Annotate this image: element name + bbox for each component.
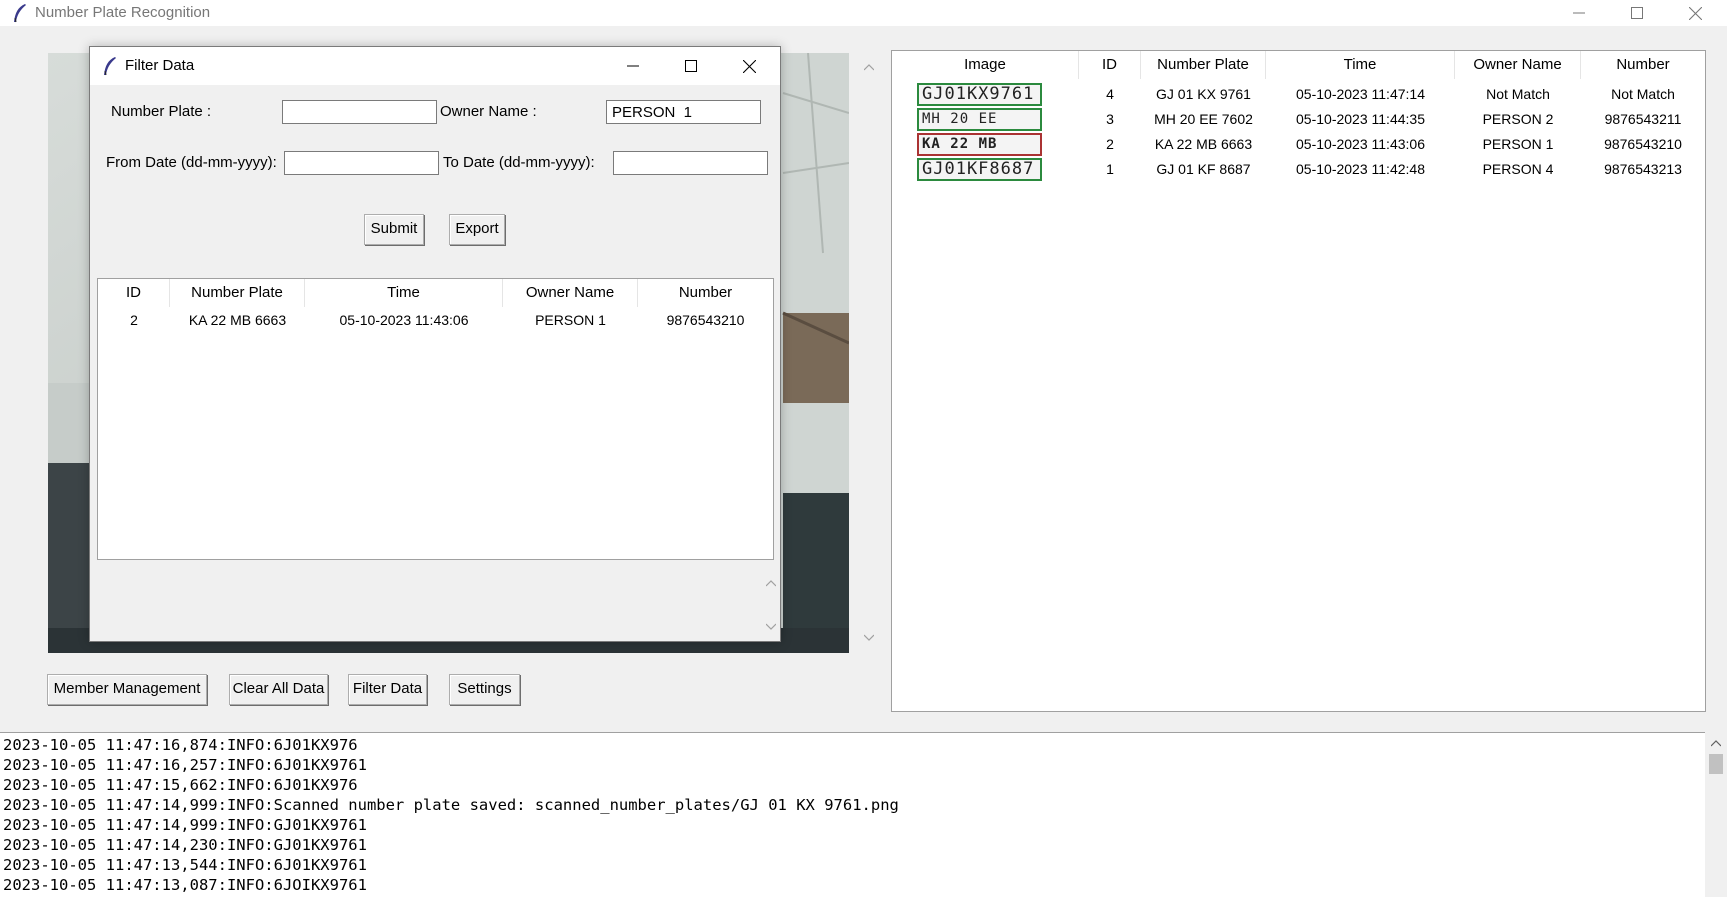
- cell-number: 9876543210: [666, 312, 745, 328]
- log-scroll-up[interactable]: [1708, 736, 1724, 750]
- cell-plate: KA 22 MB 6663: [1154, 136, 1253, 152]
- header-image[interactable]: Image: [892, 51, 1079, 79]
- close-button[interactable]: [1666, 0, 1724, 26]
- submit-button[interactable]: Submit: [364, 214, 424, 245]
- plate-image: KA 22 MB 6663: [917, 133, 1042, 156]
- header-time[interactable]: Time: [305, 279, 503, 307]
- camera-scroll-down[interactable]: [861, 630, 877, 644]
- chevron-up-icon: [864, 63, 874, 70]
- plate-image: GJ01KX9761: [917, 83, 1042, 106]
- cell-plate: KA 22 MB 6663: [188, 312, 287, 328]
- log-line: 2023-10-05 11:47:16,257:INFO:6J01KX9761: [3, 756, 367, 774]
- log-line: 2023-10-05 11:47:13,544:INFO:6J01KX9761: [3, 856, 367, 874]
- chevron-down-icon: [864, 634, 874, 641]
- chevron-up-icon: [766, 579, 776, 586]
- header-number-plate[interactable]: Number Plate: [170, 279, 305, 307]
- export-button[interactable]: Export: [449, 214, 505, 245]
- cell-id: 3: [1106, 111, 1114, 127]
- cell-owner: PERSON 4: [1482, 161, 1554, 177]
- member-management-button[interactable]: Member Management: [47, 674, 207, 705]
- feather-icon: [104, 57, 116, 76]
- filtered-results-table[interactable]: ID Number Plate Time Owner Name Number 2…: [97, 278, 774, 560]
- settings-button[interactable]: Settings: [449, 674, 520, 705]
- chevron-down-icon: [766, 623, 776, 630]
- records-table[interactable]: Image ID Number Plate Time Owner Name Nu…: [891, 50, 1706, 712]
- cell-time: 05-10-2023 11:43:06: [1296, 136, 1425, 152]
- minimize-icon: [627, 65, 639, 67]
- minimize-button[interactable]: [1550, 0, 1608, 26]
- cell-number: 9876543211: [1604, 111, 1682, 127]
- header-owner-name[interactable]: Owner Name: [503, 279, 638, 307]
- cell-id: 1: [1106, 161, 1114, 177]
- feather-icon: [14, 4, 26, 23]
- close-icon: [742, 59, 756, 73]
- header-id[interactable]: ID: [1079, 51, 1141, 79]
- header-number-plate[interactable]: Number Plate: [1141, 51, 1266, 79]
- maximize-button[interactable]: [1608, 0, 1666, 26]
- dialog-scroll-up[interactable]: [763, 576, 779, 590]
- title-bar: Number Plate Recognition: [0, 0, 1727, 26]
- dialog-scroll-down[interactable]: [763, 619, 779, 633]
- maximize-icon: [685, 60, 697, 72]
- cell-plate: MH 20 EE 7602: [1154, 111, 1253, 127]
- dialog-title: Filter Data: [125, 57, 195, 74]
- plate-image: MH 20 EE 7602: [917, 108, 1042, 131]
- window-title: Number Plate Recognition: [35, 4, 211, 21]
- chevron-up-icon: [1711, 739, 1721, 746]
- cell-id: 4: [1106, 86, 1114, 102]
- header-id[interactable]: ID: [98, 279, 170, 307]
- clear-all-data-button[interactable]: Clear All Data: [229, 674, 328, 705]
- cell-plate: GJ 01 KX 9761: [1156, 86, 1251, 102]
- header-owner-name[interactable]: Owner Name: [1455, 51, 1581, 79]
- cell-owner: PERSON 1: [1482, 136, 1554, 152]
- header-number[interactable]: Number: [1581, 51, 1705, 79]
- cell-number: Not Match: [1611, 86, 1675, 102]
- cell-id: 2: [130, 312, 138, 328]
- filter-data-button[interactable]: Filter Data: [348, 674, 427, 705]
- owner-name-label: Owner Name :: [440, 103, 537, 120]
- dialog-minimize-button[interactable]: [604, 53, 662, 79]
- number-plate-label: Number Plate :: [111, 103, 212, 120]
- log-line: 2023-10-05 11:47:13,087:INFO:6JOIKX9761: [3, 876, 367, 894]
- log-output[interactable]: 2023-10-05 11:47:16,874:INFO:6J01KX976 2…: [0, 732, 1705, 897]
- cell-time: 05-10-2023 11:47:14: [1296, 86, 1425, 102]
- plate-image: GJ01KF8687: [917, 158, 1042, 181]
- cell-owner: Not Match: [1486, 86, 1550, 102]
- dialog-close-button[interactable]: [720, 53, 778, 79]
- to-date-input[interactable]: [613, 151, 768, 175]
- cell-number: 9876543210: [1604, 136, 1682, 152]
- cell-owner: PERSON 2: [1482, 111, 1554, 127]
- filter-data-dialog: Filter Data Number Plate : Owner Name : …: [89, 46, 781, 642]
- from-date-label: From Date (dd-mm-yyyy):: [106, 154, 277, 171]
- cell-plate: GJ 01 KF 8687: [1156, 161, 1251, 177]
- cell-id: 2: [1106, 136, 1114, 152]
- cell-number: 9876543213: [1604, 161, 1682, 177]
- cell-time: 05-10-2023 11:44:35: [1296, 111, 1425, 127]
- from-date-input[interactable]: [284, 151, 439, 175]
- log-line: 2023-10-05 11:47:16,874:INFO:6J01KX976: [3, 736, 358, 754]
- log-scrollbar[interactable]: [1705, 732, 1727, 897]
- minimize-icon: [1573, 12, 1585, 14]
- log-line: 2023-10-05 11:47:14,230:INFO:GJ01KX9761: [3, 836, 367, 854]
- log-line: 2023-10-05 11:47:15,662:INFO:6J01KX976: [3, 776, 358, 794]
- header-number[interactable]: Number: [638, 279, 773, 307]
- cell-time: 05-10-2023 11:43:06: [339, 312, 469, 328]
- camera-scroll-up[interactable]: [861, 60, 877, 74]
- cell-owner: PERSON 1: [535, 312, 606, 328]
- log-scroll-thumb[interactable]: [1709, 754, 1723, 774]
- close-icon: [1688, 6, 1702, 20]
- cell-time: 05-10-2023 11:42:48: [1296, 161, 1425, 177]
- header-time[interactable]: Time: [1266, 51, 1455, 79]
- owner-name-input[interactable]: [606, 100, 761, 124]
- maximize-icon: [1631, 7, 1643, 19]
- log-line: 2023-10-05 11:47:14,999:INFO:GJ01KX9761: [3, 816, 367, 834]
- to-date-label: To Date (dd-mm-yyyy):: [443, 154, 595, 171]
- dialog-title-bar[interactable]: Filter Data: [90, 47, 780, 85]
- dialog-maximize-button[interactable]: [662, 53, 720, 79]
- log-line: 2023-10-05 11:47:14,999:INFO:Scanned num…: [3, 796, 899, 814]
- number-plate-input[interactable]: [282, 100, 437, 124]
